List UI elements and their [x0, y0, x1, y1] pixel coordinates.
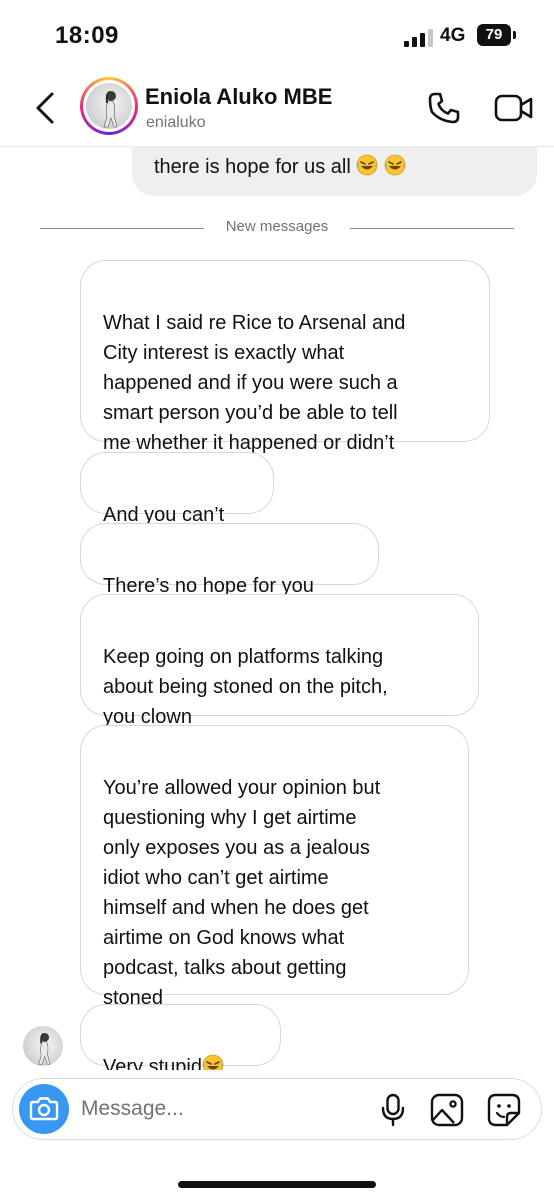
camera-button[interactable] — [19, 1084, 69, 1134]
chevron-left-icon[interactable] — [30, 90, 60, 126]
rolling-on-floor-laughing-emoji — [384, 154, 406, 176]
battery-tip — [513, 31, 516, 39]
message-composer — [12, 1078, 542, 1140]
network-type: 4G — [440, 25, 466, 46]
image-icon[interactable] — [430, 1093, 464, 1127]
person-silhouette-icon — [38, 1032, 51, 1065]
contact-username: enialuko — [146, 114, 206, 131]
new-messages-divider: New messages — [40, 218, 514, 238]
status-bar: 18:09 4G 79 — [0, 0, 554, 70]
contact-name[interactable]: Eniola Aluko MBE — [145, 84, 332, 110]
avatar-border — [83, 80, 135, 132]
person-silhouette-icon — [103, 91, 118, 128]
avatar[interactable] — [80, 77, 138, 135]
received-message-bubble[interactable]: You’re allowed your opinion but question… — [80, 725, 469, 1009]
divider-line — [350, 228, 514, 229]
sticker-icon[interactable] — [487, 1093, 521, 1127]
profile-photo — [86, 83, 132, 129]
received-message-bubble[interactable]: And you can’t — [80, 452, 274, 526]
camera-icon — [29, 1097, 59, 1121]
rolling-on-floor-laughing-emoji — [356, 154, 378, 176]
received-message-bubble[interactable]: There’s no hope for you — [80, 523, 379, 597]
message-text: What I said re Rice to Arsenal and City … — [103, 312, 406, 454]
divider-line — [40, 228, 204, 229]
status-time: 18:09 — [55, 22, 119, 49]
home-indicator[interactable] — [178, 1181, 376, 1188]
message-thread[interactable]: there is hope for us all New messages Wh… — [0, 146, 554, 1070]
video-camera-icon[interactable] — [494, 92, 534, 124]
battery-icon: 79 — [477, 24, 511, 46]
sender-avatar[interactable] — [23, 1026, 63, 1066]
message-input[interactable] — [81, 1093, 361, 1125]
message-text: Very stupid — [103, 1056, 202, 1070]
message-text: Keep going on platforms talking about be… — [103, 646, 388, 728]
sent-message-text: there is hope for us all — [154, 154, 406, 179]
microphone-icon[interactable] — [380, 1093, 406, 1127]
received-message-bubble[interactable]: What I said re Rice to Arsenal and City … — [80, 260, 490, 454]
battery-level: 79 — [485, 26, 503, 43]
message-text: You’re allowed your opinion but question… — [103, 777, 381, 1009]
rolling-on-floor-laughing-emoji — [202, 1054, 224, 1070]
divider-label: New messages — [225, 218, 329, 235]
sent-message-bubble[interactable]: there is hope for us all — [132, 146, 537, 196]
signal-strength-icon — [404, 29, 433, 47]
phone-icon[interactable] — [426, 90, 462, 126]
received-message-bubble[interactable]: Very stupid — [80, 1004, 281, 1070]
received-message-bubble[interactable]: Keep going on platforms talking about be… — [80, 594, 479, 728]
chat-header: Eniola Aluko MBE enialuko — [0, 70, 554, 147]
